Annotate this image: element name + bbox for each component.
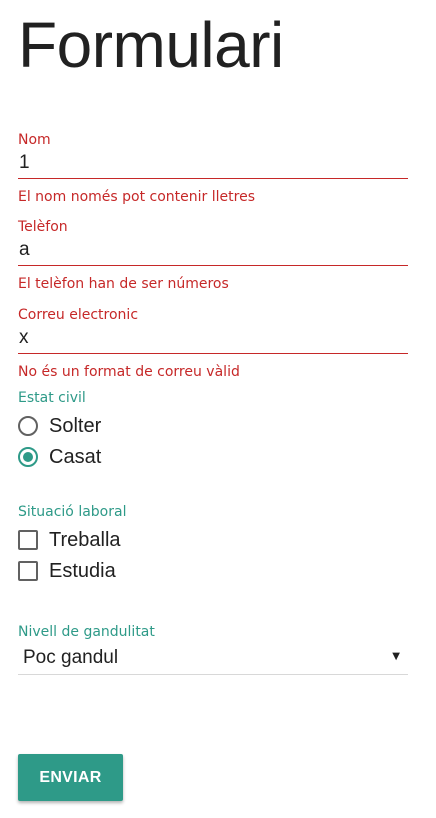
radio-solter-label: Solter [49, 414, 102, 437]
checkbox-estudia[interactable]: Estudia [18, 558, 116, 584]
gandulitat-label: Nivell de gandulitat [18, 624, 155, 640]
checkbox-treballa[interactable]: Treballa [18, 527, 121, 553]
radio-casat-label: Casat [49, 445, 102, 468]
page-title: Formulari [18, 9, 284, 81]
nom-label: Nom [18, 132, 51, 148]
gandulitat-select[interactable]: Poc gandul ▼ [18, 644, 408, 675]
telefon-field: Telèfon El telèfon han de ser números [18, 218, 408, 293]
gandulitat-selected-value: Poc gandul [23, 647, 119, 668]
telefon-label: Telèfon [18, 219, 68, 235]
situacio-laboral-label: Situació laboral [18, 504, 127, 520]
nom-input[interactable] [18, 149, 408, 179]
checkbox-unchecked-icon[interactable] [18, 530, 38, 550]
nom-field: Nom El nom només pot contenir lletres [18, 131, 408, 206]
dropdown-arrow-icon: ▼ [392, 651, 400, 662]
nom-error: El nom només pot contenir lletres [18, 189, 255, 205]
checkbox-unchecked-icon[interactable] [18, 561, 38, 581]
estat-civil-label: Estat civil [18, 390, 86, 406]
correu-field: Correu electronic No és un format de cor… [18, 306, 408, 381]
radio-unchecked-icon[interactable] [18, 416, 38, 436]
radio-checked-icon[interactable] [18, 447, 38, 467]
submit-button[interactable]: ENVIAR [18, 754, 123, 801]
telefon-error: El telèfon han de ser números [18, 276, 229, 292]
telefon-input[interactable] [18, 236, 408, 266]
radio-casat[interactable]: Casat [18, 444, 101, 470]
correu-label: Correu electronic [18, 307, 139, 323]
correu-error: No és un format de correu vàlid [18, 364, 240, 380]
checkbox-treballa-label: Treballa [49, 528, 121, 551]
radio-solter[interactable]: Solter [18, 413, 101, 439]
checkbox-estudia-label: Estudia [49, 559, 116, 582]
correu-input[interactable] [18, 324, 408, 354]
